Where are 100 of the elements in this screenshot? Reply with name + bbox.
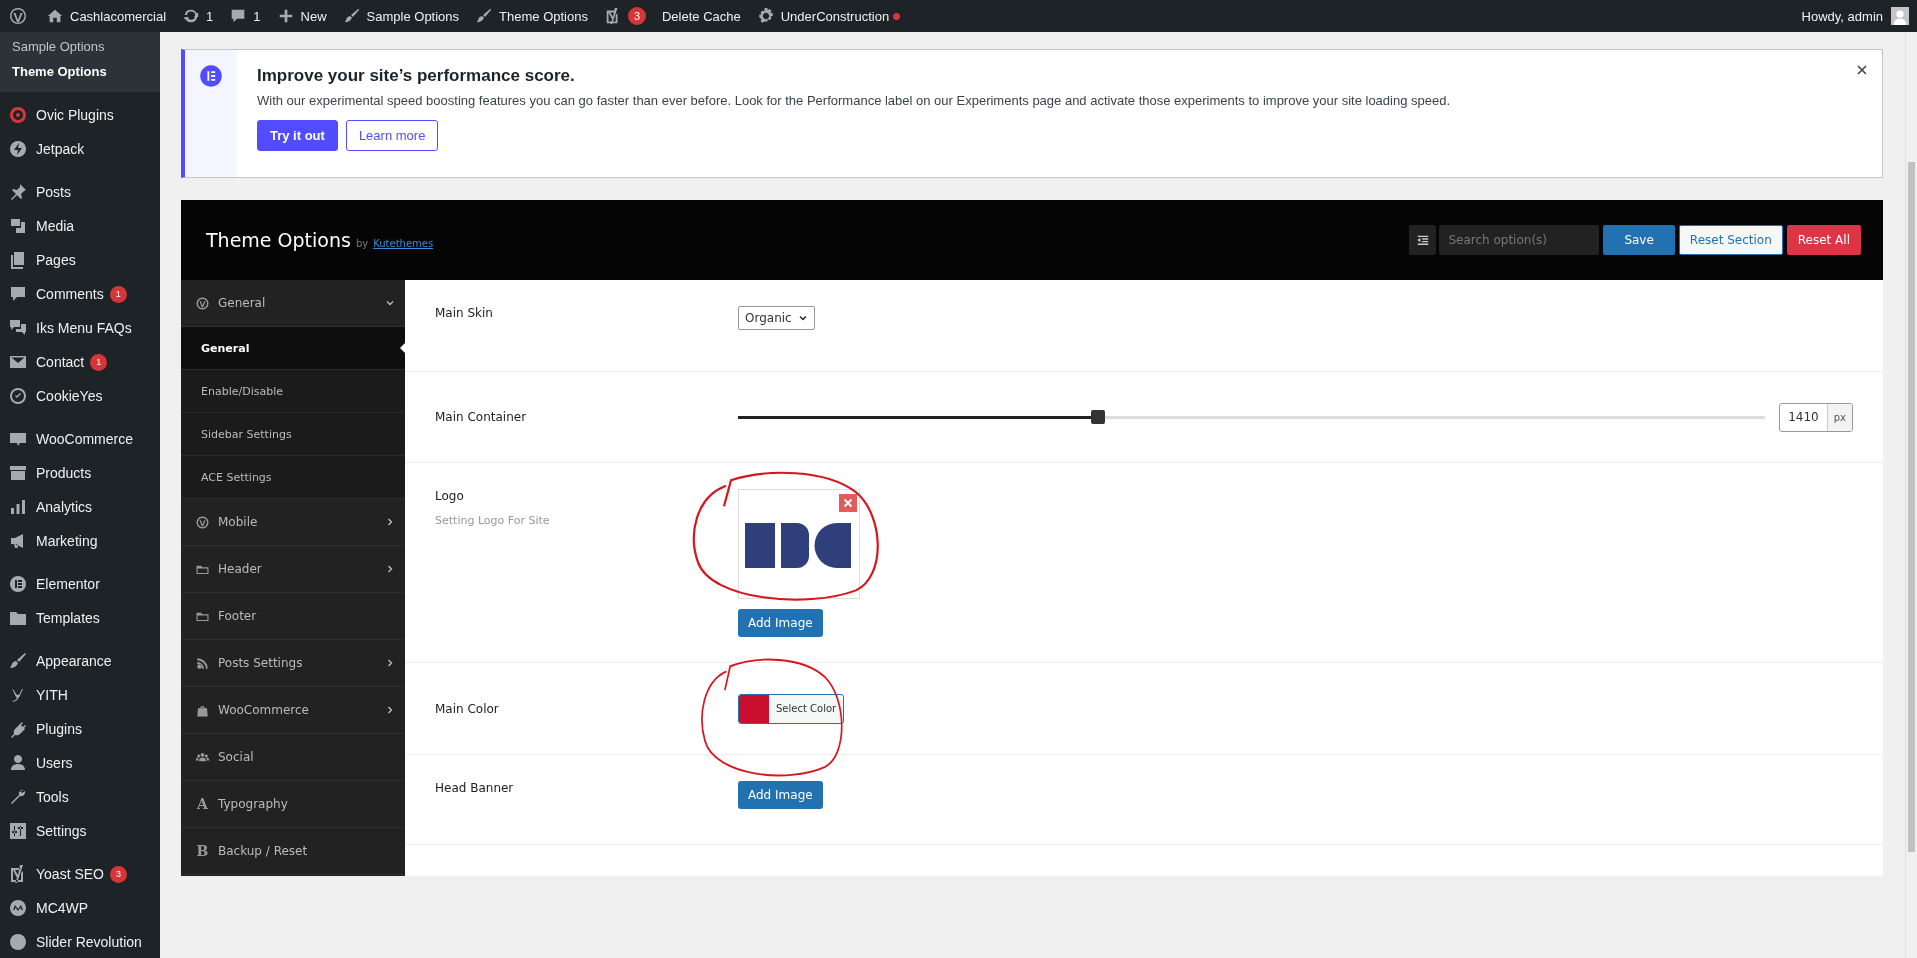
account-link[interactable]: Howdy, admin [1793, 0, 1891, 32]
menu-label: Media [36, 218, 75, 234]
options-menu-item[interactable]: Social [181, 734, 405, 781]
sidebar-menu-item[interactable]: Elementor [0, 567, 160, 601]
sidebar-menu-item[interactable]: Products [0, 456, 160, 490]
menu-label: Yoast SEO [36, 866, 104, 882]
sidebar-menu-item[interactable]: Templates [0, 601, 160, 635]
options-submenu-item[interactable]: Enable/Disable [181, 370, 405, 413]
add-image-button[interactable]: Add Image [738, 609, 823, 637]
menu-label: Plugins [36, 721, 82, 737]
sidebar-menu-item[interactable]: Settings [0, 814, 160, 848]
media-icon [8, 216, 28, 236]
sidebar-menu-item[interactable]: Ovic Plugins [0, 98, 160, 132]
elementor-icon [8, 574, 28, 594]
sidebar-menu-item[interactable]: Comments 1 [0, 277, 160, 311]
menu-label: Elementor [36, 576, 100, 592]
menu-label: Appearance [36, 653, 112, 669]
sidebar-menu-item[interactable]: Marketing [0, 524, 160, 558]
bolt-icon [8, 139, 28, 159]
sidebar-menu-item[interactable]: Iks Menu FAQs [0, 311, 160, 345]
wordpress-logo-icon[interactable] [8, 6, 28, 26]
site-name-link[interactable]: Cashlacomercial [38, 0, 175, 32]
submenu-item[interactable]: Sample Options [0, 34, 160, 59]
scrollbar[interactable] [1905, 32, 1917, 958]
new-content-link[interactable]: New [268, 0, 335, 32]
remove-icon[interactable] [839, 494, 857, 512]
sidebar-menu-item[interactable]: Pages [0, 243, 160, 277]
menu-label: Tools [36, 789, 69, 805]
field-label: Main Skin [435, 306, 494, 320]
menu-label: Backup / Reset [218, 844, 309, 858]
menu-label: Social [218, 750, 255, 764]
learn-more-button[interactable]: Learn more [345, 120, 439, 151]
close-icon[interactable] [1856, 64, 1868, 76]
search-field[interactable]: Search option(s) [1439, 225, 1600, 255]
menu-label: Ovic Plugins [36, 107, 114, 123]
sidebar-menu-item[interactable]: YITH [0, 678, 160, 712]
maintenance-link[interactable]: UnderConstruction [748, 0, 909, 32]
cookie-icon [8, 386, 28, 406]
field-label: Main Container [435, 410, 528, 424]
menu-label: Marketing [36, 533, 98, 549]
sidebar-menu-item[interactable]: Contact 1 [0, 345, 160, 379]
sidebar-menu-item[interactable]: Users [0, 746, 160, 780]
options-submenu-item[interactable]: Sidebar Settings [181, 413, 405, 456]
sidebar-menu-item[interactable]: Analytics [0, 490, 160, 524]
wordpress-logo-icon [195, 295, 210, 311]
color-picker-button[interactable]: Select Color [738, 693, 845, 724]
sidebar-menu-item[interactable]: Jetpack [0, 132, 160, 166]
header-button[interactable]: Reset All [1786, 225, 1861, 255]
sliders-icon [8, 821, 28, 841]
options-submenu-item[interactable]: General [181, 327, 405, 370]
add-image-button[interactable]: Add Image [738, 781, 823, 809]
sidebar-menu-item[interactable]: Appearance [0, 644, 160, 678]
menu-label: Typography [218, 797, 289, 811]
comments-link[interactable]: 1 [221, 0, 269, 32]
admin-bar-link[interactable]: Theme Options [467, 0, 596, 32]
sidebar-menu-item[interactable]: WooCommerce [0, 422, 160, 456]
try-it-out-button[interactable]: Try it out [257, 120, 338, 151]
letter-icon: A [195, 796, 210, 812]
sidebar-menu-item[interactable]: Plugins [0, 712, 160, 746]
field-label: Main Color [435, 701, 500, 716]
skin-dropdown[interactable]: Organic [738, 306, 815, 330]
bar-chart-icon [8, 497, 28, 517]
delete-cache-link[interactable]: Delete Cache [653, 0, 749, 32]
rss-icon [195, 655, 210, 671]
options-menu-item[interactable]: Mobile [181, 499, 405, 546]
options-menu-item[interactable]: B Backup / Reset [181, 828, 405, 875]
menu-label: Settings [36, 823, 87, 839]
header-button[interactable]: Reset Section [1678, 225, 1783, 255]
header-button[interactable]: Save [1603, 225, 1675, 255]
person-icon [8, 753, 28, 773]
options-menu-item[interactable]: Posts Settings [181, 640, 405, 687]
menu-label: Contact [36, 354, 85, 370]
options-menu-item[interactable]: Footer [181, 593, 405, 640]
options-menu-item[interactable]: A Typography [181, 781, 405, 828]
brush-icon [475, 7, 494, 25]
notification-badge: 3 [627, 7, 646, 25]
menu-label: Posts Settings [218, 656, 304, 670]
circle-icon [8, 932, 28, 952]
sidebar-menu-item[interactable]: Tools [0, 780, 160, 814]
author-link[interactable]: Kutethemes [373, 238, 434, 249]
sidebar-menu-item[interactable]: Yoast SEO 3 [0, 857, 160, 891]
menu-label: Jetpack [36, 141, 85, 157]
sidebar-menu-item[interactable]: Posts [0, 175, 160, 209]
menu-label: Templates [36, 610, 100, 626]
sidebar-menu-item[interactable]: MC4WP [0, 891, 160, 925]
sidebar-menu-item[interactable]: Media [0, 209, 160, 243]
slider-handle[interactable] [1090, 409, 1105, 424]
sidebar-menu-item[interactable]: Slider Revolution [0, 925, 160, 958]
options-menu-item[interactable]: Header [181, 546, 405, 593]
options-menu-item[interactable]: WooCommerce [181, 687, 405, 734]
admin-bar-link[interactable]: Sample Options [334, 0, 468, 32]
sidebar-menu-item[interactable]: CookieYes [0, 379, 160, 413]
options-submenu-item[interactable]: ACE Settings [181, 456, 405, 499]
seo-menu-link[interactable]: 3 [595, 0, 654, 32]
updates-link[interactable]: 1 [174, 0, 222, 32]
collapse-button[interactable] [1409, 225, 1437, 255]
outdent-icon [1415, 233, 1430, 247]
menu-label: Products [36, 465, 92, 481]
submenu-item[interactable]: Theme Options [0, 59, 160, 84]
menu-label: Analytics [36, 499, 93, 515]
